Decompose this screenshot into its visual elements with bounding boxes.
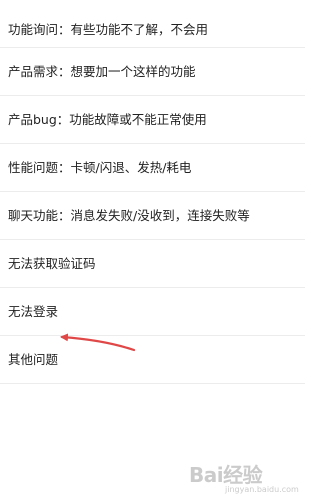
watermark-url: jingyan.baidu.com: [225, 485, 299, 494]
option-product-requirement[interactable]: 产品需求：想要加一个这样的功能: [0, 48, 305, 96]
option-performance-issue[interactable]: 性能问题：卡顿/闪退、发热/耗电: [0, 144, 305, 192]
option-product-bug[interactable]: 产品bug：功能故障或不能正常使用: [0, 96, 305, 144]
option-cannot-login[interactable]: 无法登录: [0, 288, 305, 336]
option-chat-function[interactable]: 聊天功能：消息发失败/没收到，连接失败等: [0, 192, 305, 240]
option-no-verification-code[interactable]: 无法获取验证码: [0, 240, 305, 288]
option-label: 产品需求：想要加一个这样的功能: [8, 63, 196, 79]
option-label: 功能询问：有些功能不了解，不会用: [8, 22, 209, 37]
option-function-inquiry[interactable]: 功能询问：有些功能不了解，不会用: [0, 0, 305, 48]
option-label: 性能问题：卡顿/闪退、发热/耗电: [8, 159, 192, 175]
option-label: 产品bug：功能故障或不能正常使用: [8, 111, 207, 127]
option-label: 其他问题: [8, 351, 59, 367]
option-label: 聊天功能：消息发失败/没收到，连接失败等: [8, 207, 250, 223]
watermark-logo: Bai经验: [189, 463, 263, 487]
option-other-issues[interactable]: 其他问题: [0, 336, 305, 384]
option-label: 无法登录: [8, 303, 59, 319]
baidu-jingyan-watermark: Bai经验 jingyan.baidu.com: [189, 457, 299, 497]
option-label: 无法获取验证码: [8, 255, 96, 271]
